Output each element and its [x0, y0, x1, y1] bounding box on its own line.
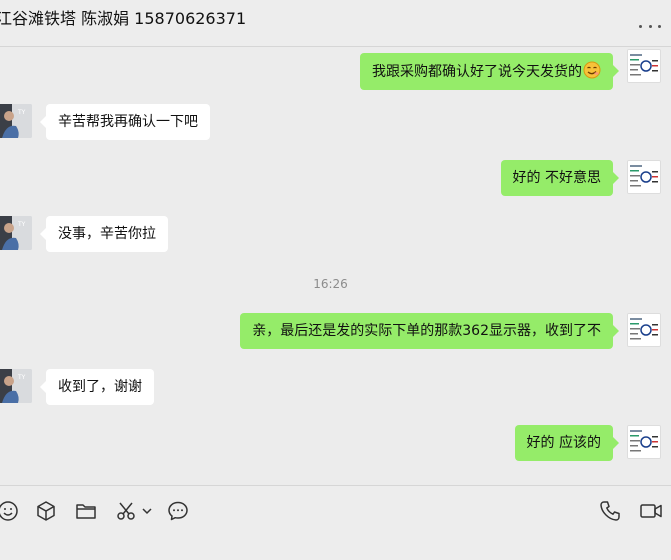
more-options-button[interactable] — [639, 18, 661, 34]
message-bubble-sent[interactable]: 好的 应该的 — [514, 425, 620, 461]
more-dots-icon — [639, 24, 642, 28]
message-bubble-received[interactable]: 收到了，谢谢 — [40, 369, 154, 405]
smiley-icon — [0, 501, 18, 521]
message-bubble-sent[interactable]: 亲，最后还是发的实际下单的那款362显示器，收到了不 — [240, 313, 619, 349]
chat-header: 江谷滩铁塔 陈淑娟 15870626371 — [0, 0, 671, 47]
avatar-contact[interactable]: TY — [0, 216, 32, 250]
avatar-image: TY — [0, 369, 32, 403]
message-bubble-received[interactable]: 没事，辛苦你拉 — [40, 216, 168, 252]
avatar-image — [628, 161, 660, 193]
message-bubble-sent[interactable]: 我跟采购都确认好了说今天发货的 — [360, 53, 619, 90]
screenshot-button[interactable] — [114, 499, 138, 523]
message-text: 收到了，谢谢 — [58, 379, 142, 395]
svg-text:TY: TY — [17, 221, 26, 228]
avatar-contact[interactable]: TY — [0, 104, 32, 138]
video-call-button[interactable] — [639, 499, 663, 523]
message-text: 好的 应该的 — [526, 435, 601, 451]
message-text: 辛苦帮我再确认一下吧 — [58, 114, 198, 130]
avatar-self[interactable] — [627, 425, 661, 459]
video-camera-icon — [640, 504, 662, 518]
chevron-down-icon — [142, 508, 152, 515]
avatar-contact[interactable]: TY — [0, 369, 32, 403]
svg-text:TY: TY — [17, 374, 26, 381]
chat-history-button[interactable] — [166, 499, 190, 523]
smirk-emoji-icon — [583, 61, 601, 79]
scissors-icon — [117, 502, 135, 520]
avatar-self[interactable] — [627, 49, 661, 83]
folder-icon — [76, 504, 96, 519]
favorites-button[interactable] — [34, 499, 58, 523]
cube-icon — [37, 501, 55, 521]
avatar-image — [628, 50, 660, 82]
avatar-image: TY — [0, 104, 32, 138]
chat-title: 江谷滩铁塔 陈淑娟 15870626371 — [0, 9, 247, 28]
avatar-image: TY — [0, 216, 32, 250]
send-file-button[interactable] — [74, 499, 98, 523]
chat-bubble-icon — [168, 501, 188, 521]
message-text: 没事，辛苦你拉 — [58, 226, 156, 242]
avatar-self[interactable] — [627, 313, 661, 347]
emoji-button[interactable] — [0, 499, 20, 523]
screenshot-options-button[interactable] — [140, 499, 154, 523]
svg-text:TY: TY — [17, 109, 26, 116]
message-text: 好的 不好意思 — [512, 170, 601, 186]
input-toolbar — [0, 485, 671, 560]
avatar-image — [628, 426, 660, 458]
voice-call-button[interactable] — [598, 499, 622, 523]
avatar-self[interactable] — [627, 160, 661, 194]
avatar-image — [628, 314, 660, 346]
message-list[interactable]: 我跟采购都确认好了说今天发货的 TY 辛苦帮我再确认一下吧 好的 不好意思 TY… — [0, 47, 671, 485]
message-timestamp: 16:26 — [313, 277, 348, 291]
message-bubble-sent[interactable]: 好的 不好意思 — [500, 160, 620, 196]
message-text: 我跟采购都确认好了说今天发货的 — [372, 64, 582, 80]
phone-icon — [600, 501, 620, 521]
message-text: 亲，最后还是发的实际下单的那款362显示器，收到了不 — [252, 323, 601, 339]
message-bubble-received[interactable]: 辛苦帮我再确认一下吧 — [40, 104, 210, 140]
